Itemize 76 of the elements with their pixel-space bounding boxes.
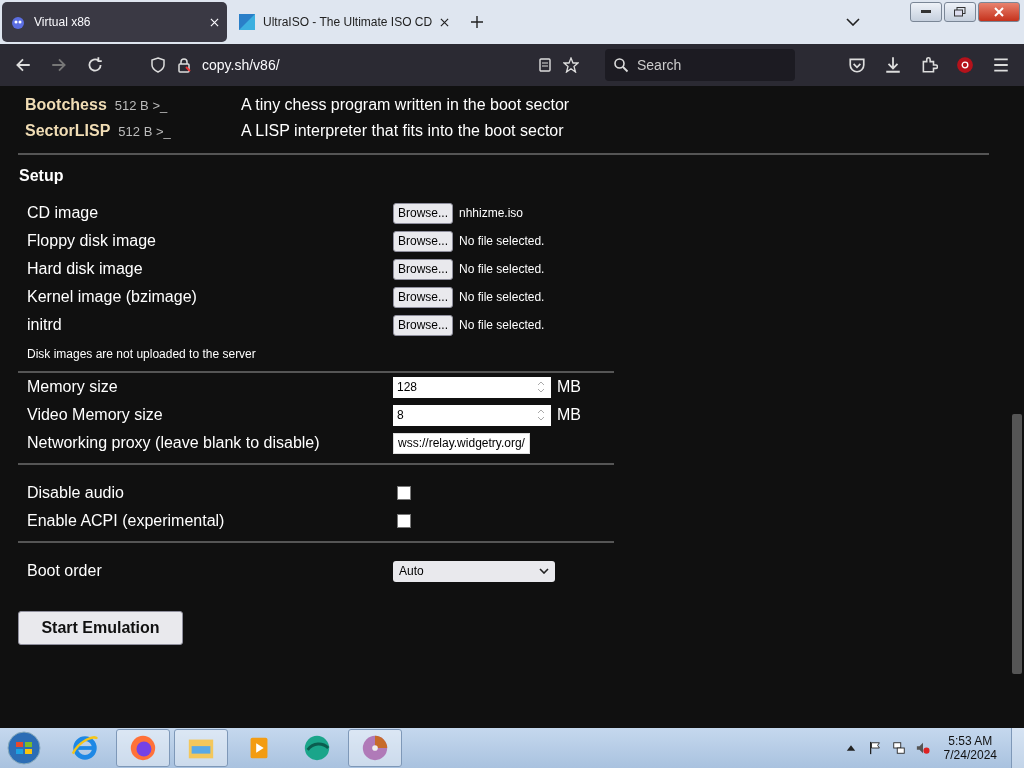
browse-button[interactable]: Browse... bbox=[393, 314, 453, 336]
creature-icon bbox=[10, 14, 26, 30]
file-status: No file selected. bbox=[459, 290, 545, 304]
shield-icon bbox=[150, 57, 166, 73]
option-label: Disable audio bbox=[27, 484, 125, 502]
chevron-down-icon[interactable] bbox=[846, 18, 860, 26]
search-icon bbox=[613, 57, 629, 73]
option-label: Enable ACPI (experimental) bbox=[27, 512, 226, 530]
disc-logo-icon bbox=[239, 14, 255, 30]
field-label: Kernel image (bzimage) bbox=[27, 288, 198, 306]
number-field[interactable]: 8 bbox=[393, 404, 551, 426]
checkbox[interactable] bbox=[397, 514, 411, 528]
file-status: No file selected. bbox=[459, 318, 545, 332]
plus-icon[interactable] bbox=[471, 16, 484, 28]
os-link[interactable]: Bootchess bbox=[25, 96, 107, 114]
search-bar[interactable]: Search bbox=[605, 49, 795, 81]
field-label: Networking proxy (leave blank to disable) bbox=[27, 434, 321, 452]
os-link[interactable]: SectorLISP bbox=[25, 122, 111, 140]
note-text: Disk images are not uploaded to the server bbox=[26, 346, 257, 363]
star-icon[interactable] bbox=[563, 57, 579, 73]
chevron-down-icon bbox=[539, 568, 549, 574]
forward-icon[interactable] bbox=[50, 56, 68, 74]
speaker-muted-icon[interactable] bbox=[915, 741, 930, 755]
minimize-icon bbox=[921, 10, 931, 14]
search-input[interactable]: Search bbox=[635, 56, 789, 74]
section-heading: Setup bbox=[19, 167, 65, 185]
restore-button[interactable] bbox=[944, 2, 976, 22]
field-label: Video Memory size bbox=[27, 406, 164, 424]
close-icon[interactable] bbox=[440, 17, 450, 27]
start-emulation-button[interactable]: Start Emulation bbox=[18, 611, 183, 645]
browse-button[interactable]: Browse... bbox=[393, 286, 453, 308]
unit-label: MB bbox=[557, 406, 581, 424]
shield-badge-icon[interactable] bbox=[956, 56, 974, 74]
field-label: Boot order bbox=[27, 562, 103, 580]
clock[interactable]: 5:53 AM 7/24/2024 bbox=[943, 734, 997, 762]
clock-date: 7/24/2024 bbox=[943, 748, 997, 762]
clock-time: 5:53 AM bbox=[948, 734, 993, 748]
flag-icon[interactable] bbox=[867, 741, 882, 755]
download-icon[interactable] bbox=[884, 56, 902, 74]
address-bar[interactable]: copy.sh/v86/ bbox=[142, 49, 587, 81]
os-description: A LISP interpreter that fits into the boot sector bbox=[241, 122, 564, 140]
os-description: A tiny chess program written in the boot sector bbox=[241, 96, 570, 114]
pocket-icon[interactable] bbox=[848, 56, 866, 74]
field-label: Hard disk image bbox=[27, 260, 144, 278]
os-size: 512 B >_ bbox=[118, 124, 171, 139]
unit-label: MB bbox=[557, 378, 581, 396]
checkbox[interactable] bbox=[397, 486, 411, 500]
minimize-button[interactable] bbox=[910, 2, 942, 22]
lock-icon bbox=[176, 57, 192, 73]
browse-button[interactable]: Browse... bbox=[393, 230, 453, 252]
reader-icon[interactable] bbox=[537, 57, 553, 73]
browser-tab[interactable]: UltraISO - The Ultimate ISO CD bbox=[231, 2, 458, 42]
back-icon[interactable] bbox=[14, 56, 32, 74]
puzzle-icon[interactable] bbox=[920, 56, 938, 74]
number-field[interactable]: 128 bbox=[393, 376, 551, 398]
close-button[interactable] bbox=[978, 2, 1020, 22]
close-icon bbox=[994, 7, 1004, 17]
field-label: initrd bbox=[27, 316, 63, 334]
proxy-field[interactable]: wss://relay.widgetry.org/ bbox=[393, 432, 530, 454]
browser-tab[interactable]: Virtual x86 bbox=[2, 2, 227, 42]
field-label: Memory size bbox=[27, 378, 119, 396]
file-status: No file selected. bbox=[459, 234, 545, 248]
fox-browser-icon[interactable] bbox=[116, 729, 170, 767]
os-size: 512 B >_ bbox=[114, 98, 168, 113]
start-orb-icon[interactable] bbox=[6, 730, 42, 766]
browse-button[interactable]: Browse... bbox=[393, 202, 453, 224]
boot-order-dropdown[interactable]: Auto bbox=[393, 560, 555, 582]
menu-icon[interactable] bbox=[992, 56, 1010, 74]
field-label: CD image bbox=[27, 204, 100, 222]
restore-icon bbox=[954, 7, 966, 17]
network-icon[interactable] bbox=[891, 741, 906, 755]
field-label: Floppy disk image bbox=[27, 232, 157, 250]
file-status: nhhizme.iso bbox=[459, 206, 524, 220]
browse-button[interactable]: Browse... bbox=[393, 258, 453, 280]
reload-icon[interactable] bbox=[86, 56, 104, 74]
file-status: No file selected. bbox=[459, 262, 545, 276]
